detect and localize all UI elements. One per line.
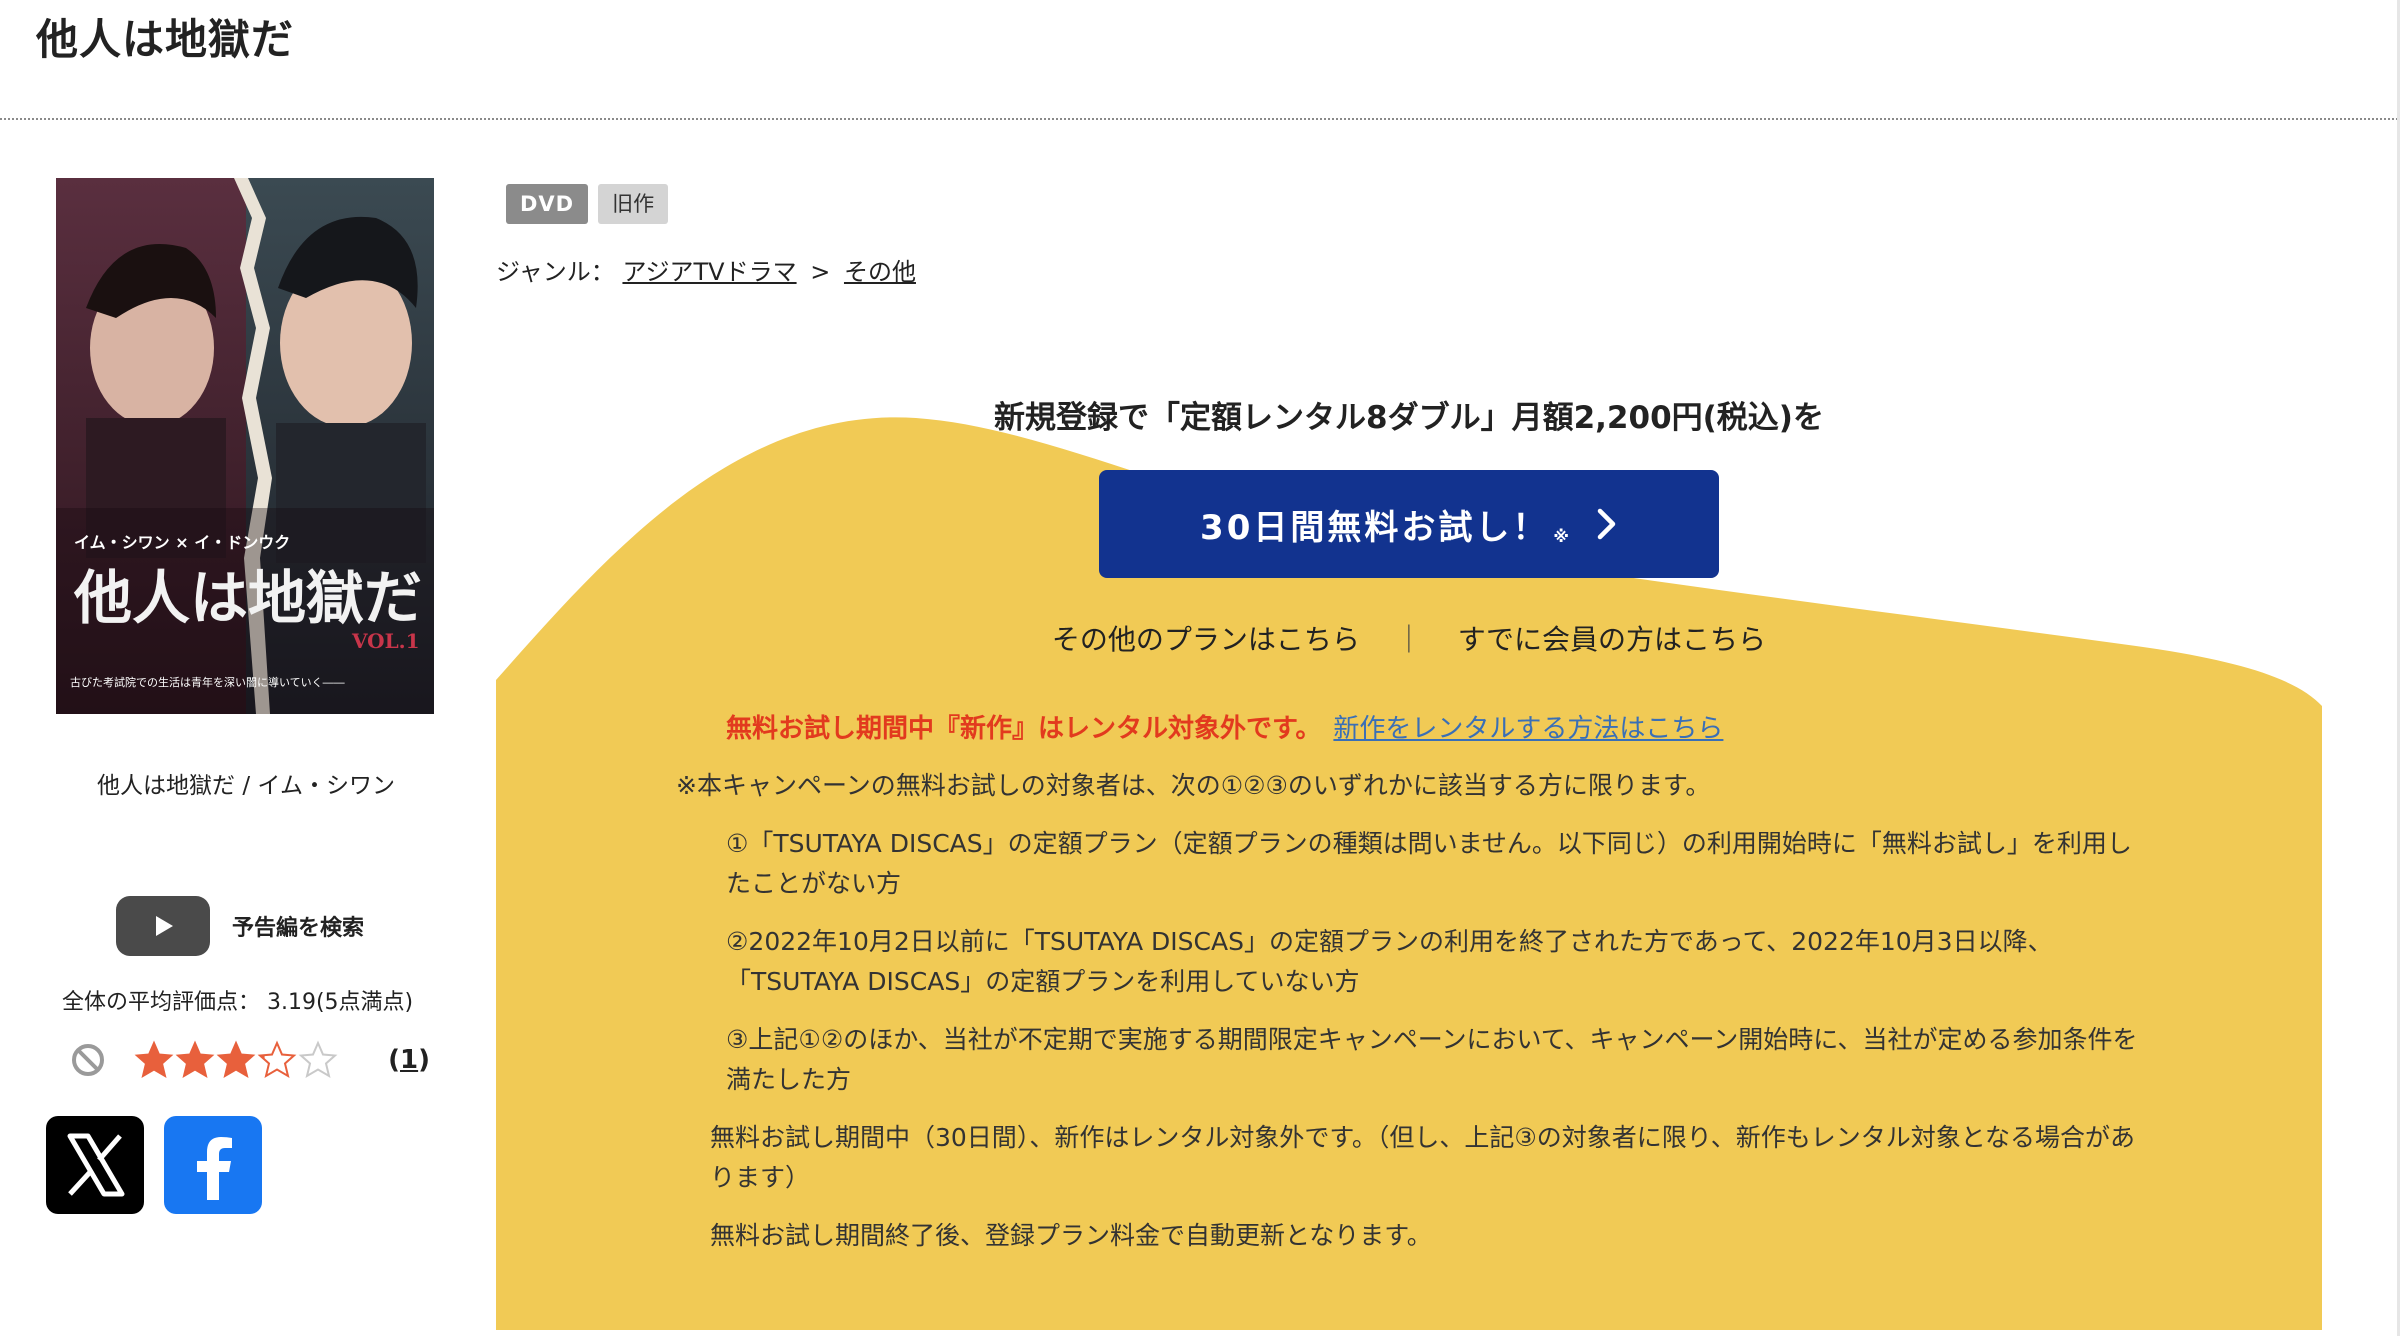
play-icon <box>116 896 210 956</box>
other-plans-link[interactable]: その他のプランはこちら <box>1052 623 1360 656</box>
format-badges: DVD 旧作 <box>506 184 669 224</box>
terms-item-1: ①「TSUTAYA DISCAS」の定額プラン（定額プランの種類は問いません。以… <box>726 829 2132 898</box>
title-divider <box>0 118 2398 120</box>
free-trial-label: 30日間無料お試し！ <box>1200 507 1550 548</box>
dvd-cover-image[interactable]: イム・シワン × イ・ドンウク 他人は地獄だ VOL.1 古びた考試院での生活は… <box>56 178 434 714</box>
trial-new-release-note: 無料お試し期間中（30日間）、新作はレンタル対象外です。（但し、上記③の対象者に… <box>710 1123 2135 1192</box>
terms-item-3: ③上記①②のほか、当社が不定期で実施する期間限定キャンペーンにおいて、キャンペー… <box>726 1025 2138 1094</box>
new-release-warning: 無料お試し期間中『新作』はレンタル対象外です。 <box>726 714 1322 744</box>
star-5[interactable] <box>298 1040 338 1080</box>
plan-links: その他のプランはこちら ｜ すでに会員の方はこちら <box>496 618 2322 658</box>
auto-renewal-note: 無料お試し期間終了後、登録プラン料金で自動更新となります。 <box>710 1221 1432 1250</box>
trailer-search-button[interactable]: 予告編を検索 <box>116 896 364 956</box>
existing-member-link[interactable]: すでに会員の方はこちら <box>1458 623 1766 656</box>
share-facebook-button[interactable] <box>164 1116 262 1214</box>
star-4[interactable] <box>257 1040 297 1080</box>
facebook-logo-icon <box>197 1137 232 1200</box>
rating-row: (1) <box>70 1036 430 1084</box>
genre-label: ジャンル： <box>496 258 615 286</box>
clear-rating-icon[interactable] <box>70 1042 106 1078</box>
product-name: 他人は地獄だ / イム・シワン <box>97 773 395 799</box>
cover-vol-text: VOL.1 <box>351 629 420 653</box>
genre-separator: > <box>810 258 831 286</box>
cover-title-text: 他人は地獄だ <box>73 564 422 632</box>
average-rating-text: 全体の平均評価点： 3.19(5点満点) <box>62 990 414 1015</box>
trailer-label: 予告編を検索 <box>232 916 365 941</box>
review-count-link[interactable]: (1) <box>388 1045 430 1075</box>
free-trial-button[interactable]: 30日間無料お試し！ ※ <box>1099 470 1719 578</box>
star-1[interactable] <box>134 1040 174 1080</box>
x-logo-icon <box>67 1133 125 1197</box>
star-rating[interactable] <box>134 1040 339 1080</box>
genre-link-other[interactable]: その他 <box>844 258 916 286</box>
star-3[interactable] <box>216 1040 256 1080</box>
new-release-notice: 無料お試し期間中『新作』はレンタル対象外です。 新作をレンタルする方法はこちら <box>726 708 1723 745</box>
terms-item-2: ②2022年10月2日以前に「TSUTAYA DISCAS」の定額プランの利用を… <box>726 927 2053 996</box>
cover-cast-text: イム・シワン × イ・ドンウク <box>74 533 290 552</box>
terms-intro: ※本キャンペーンの無料お試しの対象者は、次の①②③のいずれかに該当する方に限りま… <box>676 771 1711 800</box>
free-trial-note-mark: ※ <box>1553 527 1572 546</box>
cover-tagline-text: 古びた考試院での生活は青年を深い闇に導いていく―― <box>70 675 345 689</box>
star-2[interactable] <box>175 1040 215 1080</box>
badge-old-release: 旧作 <box>598 184 669 224</box>
genre-link-asian-tv-drama[interactable]: アジアTVドラマ <box>622 258 796 286</box>
rent-new-release-link[interactable]: 新作をレンタルする方法はこちら <box>1333 714 1723 744</box>
review-count-value: 1 <box>400 1045 419 1075</box>
badge-dvd: DVD <box>506 184 589 224</box>
genre-breadcrumb: ジャンル： アジアTVドラマ > その他 <box>496 252 916 287</box>
plan-links-divider: ｜ <box>1394 623 1423 656</box>
share-x-button[interactable] <box>46 1116 144 1214</box>
chevron-right-icon <box>1597 508 1616 540</box>
page-title: 他人は地獄だ <box>36 15 295 64</box>
promo-headline: 新規登録で「定額レンタル8ダブル」月額2,200円(税込)を <box>994 400 1824 436</box>
